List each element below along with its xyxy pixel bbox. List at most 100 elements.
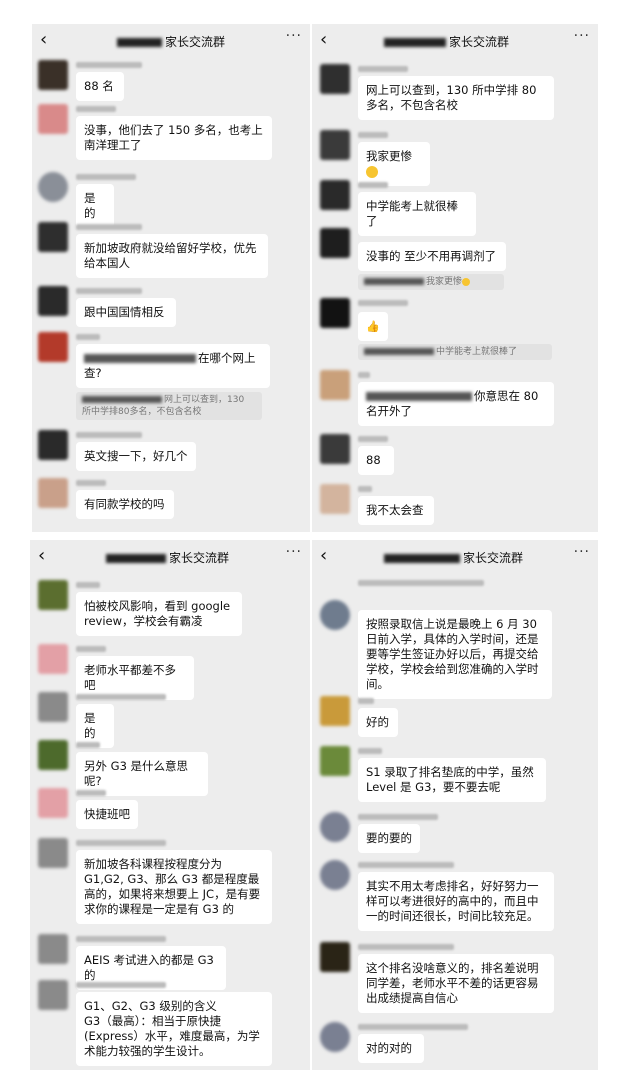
message-bubble[interactable]: 88 名 (76, 72, 124, 101)
avatar[interactable] (320, 370, 350, 400)
avatar[interactable] (320, 434, 350, 464)
quoted-message[interactable]: 我家更惨 (358, 274, 504, 290)
sender-name (358, 132, 388, 138)
more-icon[interactable]: ··· (286, 544, 302, 560)
message-bubble[interactable]: 新加坡各科课程按程度分为 G1,G2, G3、那么 G3 都是程度最高的，如果将… (76, 850, 272, 924)
message: 中学能考上就很棒了 (312, 180, 598, 236)
message-bubble[interactable]: 88 (358, 446, 394, 475)
sender-name (358, 300, 408, 306)
message: 快捷班吧 (30, 788, 310, 829)
avatar[interactable] (320, 696, 350, 726)
message-bubble[interactable]: 英文搜一下，好几个 (76, 442, 196, 471)
chat-header: ‹ 家长交流群 ··· (32, 24, 310, 58)
message-bubble[interactable]: 其实不用太考虑排名，好好努力一样可以考进很好的高中的，而且中一的时间还很长，时间… (358, 872, 554, 931)
avatar[interactable] (320, 746, 350, 776)
avatar[interactable] (320, 298, 350, 328)
message-bubble[interactable]: 新加坡政府就没给留好学校，优先给本国人 (76, 234, 268, 278)
avatar[interactable] (320, 942, 350, 972)
message-bubble[interactable]: 你意思在 80 名开外了 (358, 382, 554, 426)
sender-name (76, 694, 166, 700)
sender-name (76, 742, 100, 748)
sender-name (358, 372, 370, 378)
message-bubble[interactable]: 👍 (358, 312, 388, 341)
sender-name (358, 182, 388, 188)
message-bubble[interactable]: G1、G2、G3 级别的含义 G3（最高）：相当于原快捷(Express）水平，… (76, 992, 272, 1066)
avatar[interactable] (38, 788, 68, 818)
message-bubble[interactable]: 快捷班吧 (76, 800, 138, 829)
quoted-message[interactable]: 中学能考上就很棒了 (358, 344, 552, 360)
avatar[interactable] (38, 838, 68, 868)
message-bubble[interactable]: 这个排名没啥意义的，排名差说明同学差，老师水平不差的话更容易出成绩提高自信心 (358, 954, 554, 1013)
sender-name (76, 480, 106, 486)
quoted-message[interactable]: 网上可以查到，130 所中学排80多名，不包含名校 (76, 392, 262, 420)
avatar[interactable] (320, 1022, 350, 1052)
avatar[interactable] (38, 740, 68, 770)
message-bubble[interactable]: 按照录取信上说是最晚上 6 月 30 日前入学，具体的入学时间，还是要等学生签证… (358, 610, 552, 699)
message: 👍 中学能考上就很棒了 (312, 298, 598, 364)
message-bubble[interactable]: 网上可以查到，130 所中学排 80 多名，不包含名校 (358, 76, 554, 120)
message-bubble[interactable]: S1 录取了排名垫底的中学，虽然 Level 是 G3，要不要去呢 (358, 758, 546, 802)
message-bubble[interactable]: 怕被校风影响，看到 google review，学校会有霸凌 (76, 592, 242, 636)
avatar[interactable] (38, 172, 68, 202)
avatar[interactable] (320, 484, 350, 514)
back-icon[interactable]: ‹ (320, 29, 327, 50)
back-icon[interactable]: ‹ (38, 545, 45, 566)
chat-title: 家长交流群 (384, 33, 509, 50)
message-bubble[interactable]: 要的要的 (358, 824, 420, 853)
sender-name (358, 944, 454, 950)
message: AEIS 考试进入的都是 G3 的 (30, 934, 310, 990)
sender-name (358, 814, 438, 820)
avatar[interactable] (38, 60, 68, 90)
more-icon[interactable]: ··· (574, 544, 590, 560)
message: 88 (312, 434, 598, 475)
message: S1 录取了排名垫底的中学，虽然 Level 是 G3，要不要去呢 (312, 746, 598, 804)
avatar[interactable] (38, 222, 68, 252)
avatar[interactable] (38, 644, 68, 674)
back-icon[interactable]: ‹ (40, 29, 47, 50)
message-bubble[interactable]: 没事的 至少不用再调剂了 (358, 242, 506, 271)
sender-name (76, 982, 166, 988)
avatar[interactable] (38, 934, 68, 964)
message-bubble[interactable]: 跟中国国情相反 (76, 298, 176, 327)
sender-name (76, 790, 106, 796)
avatar[interactable] (38, 430, 68, 460)
avatar[interactable] (38, 692, 68, 722)
message: 英文搜一下，好几个 (32, 430, 310, 471)
thumbs-up-icon: 👍 (366, 320, 380, 333)
message-bubble[interactable]: 在哪个网上查? (76, 344, 270, 388)
avatar[interactable] (320, 860, 350, 890)
sender-name (76, 582, 100, 588)
avatar[interactable] (38, 980, 68, 1010)
sender-name (76, 288, 142, 294)
message: 没事，他们去了 150 多名，也考上南洋理工了 (32, 104, 310, 166)
more-icon[interactable]: ··· (574, 28, 590, 44)
message: 88 名 (32, 60, 310, 101)
avatar[interactable] (38, 478, 68, 508)
sender-name (358, 748, 382, 754)
message: 这个排名没啥意义的，排名差说明同学差，老师水平不差的话更容易出成绩提高自信心 (312, 942, 598, 1018)
chat-panel-1: ‹ 家长交流群 ··· 88 名 没事，他们去了 150 多名，也考上南洋理工了… (32, 24, 310, 532)
avatar[interactable] (320, 130, 350, 160)
avatar[interactable] (320, 180, 350, 210)
message: 你意思在 80 名开外了 (312, 370, 598, 432)
message-bubble[interactable]: 有同款学校的吗 (76, 490, 174, 519)
message-bubble[interactable]: 对的对的 (358, 1034, 424, 1063)
avatar[interactable] (320, 228, 350, 258)
back-icon[interactable]: ‹ (320, 545, 327, 566)
avatar[interactable] (38, 286, 68, 316)
message: 按照录取信上说是最晚上 6 月 30 日前入学，具体的入学时间，还是要等学生签证… (312, 580, 598, 699)
avatar[interactable] (320, 64, 350, 94)
avatar[interactable] (320, 812, 350, 842)
message-bubble[interactable]: 好的 (358, 708, 398, 737)
avatar[interactable] (38, 580, 68, 610)
chat-title: 家长交流群 (117, 33, 225, 50)
message-bubble[interactable]: 我不太会查 (358, 496, 434, 525)
message: 怕被校风影响，看到 google review，学校会有霸凌 (30, 580, 310, 636)
message: 是的 (32, 172, 310, 228)
avatar[interactable] (38, 104, 68, 134)
more-icon[interactable]: ··· (286, 28, 302, 44)
avatar[interactable] (320, 600, 350, 630)
avatar[interactable] (38, 332, 68, 362)
message-bubble[interactable]: 没事，他们去了 150 多名，也考上南洋理工了 (76, 116, 272, 160)
message: 我家更惨 (312, 130, 598, 186)
